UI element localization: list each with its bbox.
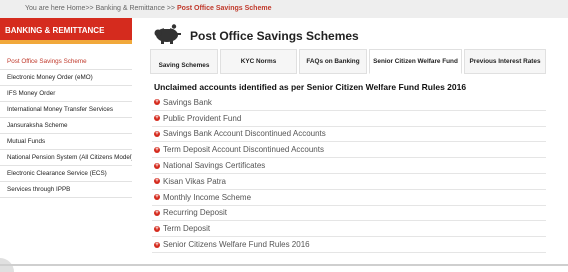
breadcrumb-prefix: You are here (25, 5, 67, 12)
sidebar-menu: Post Office Savings Scheme Electronic Mo… (0, 54, 132, 198)
breadcrumb-separator: >> (85, 5, 96, 12)
accordion-item-public-provident-fund[interactable]: + Public Provident Fund (152, 111, 546, 127)
tab-saving-schemes[interactable]: Saving Schemes (150, 49, 218, 74)
accordion-label: Term Deposit Account Discontinued Accoun… (163, 145, 324, 155)
plus-circle-icon: + (154, 241, 160, 248)
sidebar-item-post-office-savings-scheme[interactable]: Post Office Savings Scheme (0, 54, 132, 70)
accordion-label: Monthly Income Scheme (163, 192, 252, 202)
plus-circle-icon: + (154, 130, 160, 137)
tab-kyc-norms[interactable]: KYC Norms (220, 49, 297, 74)
accordion-label: Term Deposit (163, 224, 211, 234)
accordion-item-td-discontinued[interactable]: + Term Deposit Account Discontinued Accou… (152, 142, 546, 159)
accordion-label: Savings Bank (163, 97, 212, 107)
plus-circle-icon: + (154, 99, 160, 106)
sidebar-header: BANKING & REMITTANCE (0, 18, 132, 44)
sidebar: BANKING & REMITTANCE Post Office Savings… (0, 18, 132, 198)
plus-circle-icon: + (154, 146, 160, 153)
piggy-bank-icon (152, 24, 182, 44)
accordion-list: + Savings Bank + Public Provident Fund + Sa… (152, 95, 546, 253)
sidebar-item-electronic-money-order[interactable]: Electronic Money Order (eMO) (0, 70, 132, 86)
sidebar-item-electronic-clearance-service[interactable]: Electronic Clearance Service (ECS) (0, 166, 132, 182)
accordion-item-monthly-income-scheme[interactable]: + Monthly Income Scheme (152, 190, 546, 206)
accordion-label: Kisan Vikas Patra (163, 176, 226, 186)
accordion-item-term-deposit[interactable]: + Term Deposit (152, 221, 546, 238)
sidebar-item-mutual-funds[interactable]: Mutual Funds (0, 134, 132, 150)
breadcrumb: You are here Home>> Banking & Remittance… (25, 5, 271, 12)
accordion-item-recurring-deposit[interactable]: + Recurring Deposit (152, 206, 546, 222)
sidebar-item-services-through-ippb[interactable]: Services through IPPB (0, 182, 132, 198)
accordion-label: Public Provident Fund (163, 113, 242, 123)
sidebar-item-ifs-money-order[interactable]: IFS Money Order (0, 86, 132, 102)
page-title: Post Office Savings Schemes (190, 29, 359, 43)
accordion-item-scwf-rules[interactable]: + Senior Citizens Welfare Fund Rules 2016 (152, 237, 546, 253)
accordion-item-kisan-vikas-patra[interactable]: + Kisan Vikas Patra (152, 174, 546, 190)
tab-faqs-on-banking[interactable]: FAQs on Banking (299, 49, 367, 74)
plus-circle-icon: + (154, 162, 160, 169)
sidebar-item-international-money-transfer[interactable]: International Money Transfer Services (0, 102, 132, 118)
accordion-item-nsc[interactable]: + National Savings Certificates (152, 158, 546, 174)
plus-circle-icon: + (154, 194, 160, 201)
tab-senior-citizen-welfare-fund[interactable]: Senior Citizen Welfare Fund (369, 49, 462, 74)
tab-previous-interest-rates[interactable]: Previous Interest Rates (464, 49, 546, 74)
sidebar-item-national-pension-system[interactable]: National Pension System (All Citizens Mo… (0, 150, 132, 166)
accordion-label: Recurring Deposit (163, 208, 228, 218)
content-heading: Unclaimed accounts identified as per Sen… (154, 82, 467, 92)
accordion-item-savings-bank[interactable]: + Savings Bank (152, 95, 546, 111)
breadcrumb-section-link[interactable]: Banking & Remittance (96, 5, 165, 12)
breadcrumb-home-link[interactable]: Home (67, 5, 86, 12)
accordion-label: National Savings Certificates (163, 161, 266, 171)
plus-circle-icon: + (154, 225, 160, 232)
plus-circle-icon: + (154, 209, 160, 216)
accordion-label: Savings Bank Account Discontinued Accoun… (163, 129, 326, 139)
breadcrumb-separator: >> (164, 5, 177, 12)
accordion-label: Senior Citizens Welfare Fund Rules 2016 (163, 240, 310, 250)
breadcrumb-current: Post Office Savings Scheme (176, 5, 272, 12)
accordion-item-sb-discontinued[interactable]: + Savings Bank Account Discontinued Accou… (152, 127, 546, 143)
plus-circle-icon: + (154, 178, 160, 185)
top-bar: You are here Home>> Banking & Remittance… (0, 0, 568, 18)
plus-circle-icon: + (154, 115, 160, 122)
page-divider (0, 264, 568, 266)
sidebar-item-jansuraksha-scheme[interactable]: Jansuraksha Scheme (0, 118, 132, 134)
tab-bar: Saving Schemes KYC Norms FAQs on Banking… (150, 49, 546, 74)
